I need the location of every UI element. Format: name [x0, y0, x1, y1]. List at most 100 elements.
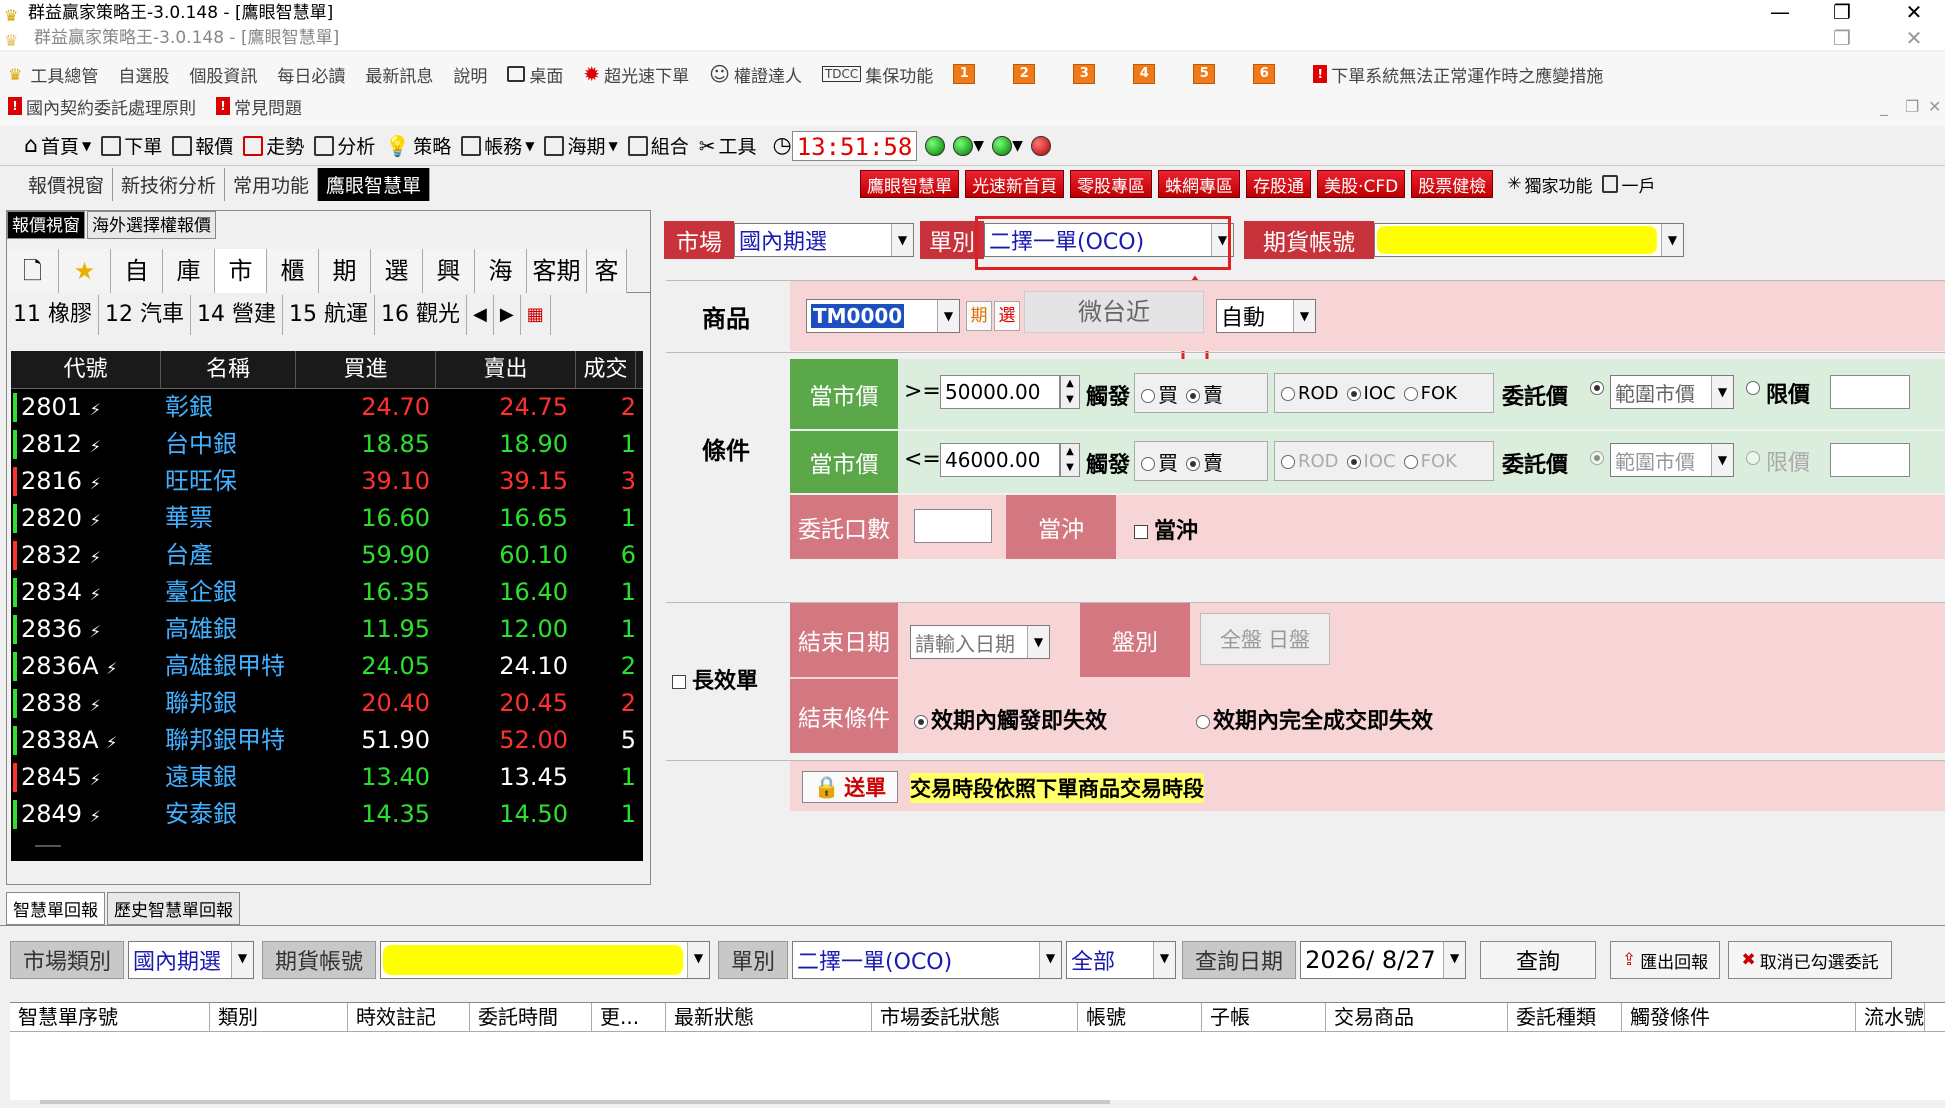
cat-custom-opt[interactable]: 客選 [587, 248, 627, 293]
col-ask[interactable]: 賣出 [436, 351, 576, 388]
chevron-down-icon[interactable]: ▼ [973, 138, 984, 154]
quick-6-button[interactable]: 6 [1253, 64, 1276, 84]
cat-emerging[interactable]: 興 [423, 248, 475, 293]
condition-1-buy[interactable]: 買 [1141, 379, 1178, 408]
cat-futures[interactable]: 期 [319, 248, 371, 293]
menu-daily[interactable]: 每日必讀 [277, 62, 345, 87]
menu-watchlist[interactable]: 自選股 [118, 62, 169, 87]
clipboard-icon[interactable]: ▦ [521, 295, 551, 335]
cat-otc[interactable]: 櫃 [267, 248, 319, 293]
restore-button[interactable]: ❐ [1822, 0, 1862, 26]
condition-2-sell[interactable]: 賣 [1186, 447, 1223, 476]
col-trigger[interactable]: 觸發條件 [1622, 1003, 1856, 1031]
quote-row[interactable]: 2845 ⚡ 遠東銀 13.40 13.45 1 [11, 759, 643, 796]
long-term-checkbox[interactable]: 長效單 [672, 663, 758, 695]
end-option-2[interactable]: 效期內完全成交即失效 [1196, 703, 1433, 735]
quote-row[interactable]: 2849 ⚡ 安泰銀 14.35 14.50 1 [11, 796, 643, 833]
col-bid[interactable]: 買進 [296, 351, 436, 388]
options-button[interactable]: 選 [994, 301, 1020, 331]
col-account[interactable]: 帳號 [1078, 1003, 1202, 1031]
condition-1-fok[interactable]: FOK [1403, 383, 1457, 404]
menu-contract-principle[interactable]: ! 國內契約委託處理原則 [8, 94, 196, 119]
condition-1-limit-radio[interactable] [1746, 381, 1760, 395]
condition-1-ioc[interactable]: IOC [1346, 383, 1396, 404]
session-button[interactable]: 全盤 日盤 [1200, 613, 1330, 665]
condition-1-price-input[interactable]: 50000.00 [940, 375, 1060, 409]
tab-overseas-option[interactable]: 海外選擇權報價 [87, 211, 216, 239]
cancel-selected-button[interactable]: ✖ 取消已勾選委託 [1728, 941, 1893, 979]
horizontal-scrollbar[interactable] [40, 1100, 1110, 1104]
condition-1-spinner[interactable]: ▲ ▼ [1060, 375, 1080, 409]
scroll-right-icon[interactable]: ▶ [494, 295, 521, 335]
condition-1-range-select[interactable]: 範圍市價 ▼ [1610, 375, 1734, 409]
quote-row[interactable]: 2812 ⚡ 台中銀 18.85 18.90 1 [11, 426, 643, 463]
child-close-button[interactable]: ✕ [1894, 26, 1934, 52]
condition-2-spinner[interactable]: ▲ ▼ [1060, 443, 1080, 477]
industry-construction[interactable]: 14 營建 [191, 295, 283, 335]
quantity-input[interactable] [914, 509, 992, 543]
tab-common[interactable]: 常用功能 [225, 167, 319, 201]
futures-account-select[interactable]: ▼ [1374, 223, 1684, 257]
chevron-down-icon[interactable]: ▼ [1012, 138, 1023, 154]
report-type-select[interactable]: 二擇一單(OCO) ▼ [792, 941, 1063, 979]
mdi-close-button[interactable]: ✕ [1928, 97, 1941, 116]
condition-1-limit-input[interactable] [1830, 375, 1910, 409]
toolbar-analysis[interactable]: 分析 [314, 129, 375, 163]
cat-listed[interactable]: 市 [215, 248, 267, 293]
new-page-icon[interactable]: 🗋 [7, 248, 59, 293]
col-market-status[interactable]: 市場委託狀態 [872, 1003, 1078, 1031]
tab-new-analysis[interactable]: 新技術分析 [113, 167, 226, 201]
col-order-time[interactable]: 委託時間 [470, 1003, 592, 1031]
market-select[interactable]: 國內期選 ▼ [734, 223, 914, 257]
quick-3-button[interactable]: 3 [1073, 64, 1096, 84]
menu-news[interactable]: 最新訊息 [365, 62, 433, 87]
quote-row[interactable]: 2838 ⚡ 聯邦銀 20.40 20.45 2 [11, 685, 643, 722]
toolbar-combo[interactable]: 組合 [627, 129, 689, 163]
col-smart-id[interactable]: 智慧單序號 [10, 1003, 210, 1031]
condition-2-price-input[interactable]: 46000.00 [940, 443, 1060, 477]
tab-quote-window[interactable]: 報價視窗 [20, 167, 114, 201]
send-order-button[interactable]: 🔒 送單 [802, 771, 898, 803]
toolbar-strategy[interactable]: 💡 策略 [385, 129, 451, 163]
promo-stock-saving[interactable]: 存股通 [1246, 170, 1312, 198]
col-name[interactable]: 名稱 [161, 351, 296, 388]
promo-us-cfd[interactable]: 美股·CFD [1317, 170, 1406, 198]
cat-options[interactable]: 選 [371, 248, 423, 293]
menu-fast-order[interactable]: ✹ 超光速下單 [583, 62, 689, 87]
quote-row[interactable]: 2834 ⚡ 臺企銀 16.35 16.40 1 [11, 574, 643, 611]
star-icon[interactable]: ★ [59, 248, 111, 293]
query-button[interactable]: 查詢 [1480, 941, 1597, 979]
menu-stock-info[interactable]: 個股資訊 [189, 62, 257, 87]
cat-self[interactable]: 自 [111, 248, 163, 293]
export-report-button[interactable]: ⇪ 匯出回報 [1610, 941, 1721, 979]
quote-row[interactable]: 2836 ⚡ 高雄銀 11.95 12.00 1 [11, 611, 643, 648]
toolbar-account[interactable]: 帳務 ▼ [461, 129, 534, 163]
condition-1-sell[interactable]: 賣 [1186, 379, 1223, 408]
end-option-1[interactable]: 效期內觸發即失效 [914, 703, 1107, 735]
report-market-select[interactable]: 國內期選 ▼ [128, 941, 255, 979]
toolbar-tools[interactable]: ✂ 工具 [699, 129, 757, 163]
condition-2-buy[interactable]: 買 [1141, 447, 1178, 476]
quote-row[interactable]: 2816 ⚡ 旺旺保 39.10 39.15 3 [11, 463, 643, 500]
menu-help[interactable]: 說明 [453, 62, 487, 87]
close-button[interactable]: ✕ [1894, 0, 1934, 26]
promo-odd-lot[interactable]: 零股專區 [1070, 170, 1153, 198]
condition-1-range-radio[interactable] [1590, 381, 1604, 395]
quick-1-button[interactable]: 1 [953, 64, 976, 84]
toolbar-quote[interactable]: 報價 [172, 129, 233, 163]
quote-row[interactable]: 2836A ⚡ 高雄銀甲特 24.05 24.10 2 [11, 648, 643, 685]
toolbar-order[interactable]: 下單 [101, 129, 162, 163]
industry-rubber[interactable]: 11 橡膠 [7, 295, 99, 335]
quick-2-button[interactable]: 2 [1013, 64, 1036, 84]
menu-warrant[interactable]: ☺ 權證達人 [709, 62, 802, 87]
daytrade-checkbox[interactable]: 當沖 [1134, 513, 1198, 545]
quote-row[interactable]: 2838A ⚡ 聯邦銀甲特 51.90 52.00 5 [11, 722, 643, 759]
quote-row[interactable]: 2820 ⚡ 華票 16.60 16.65 1 [11, 500, 643, 537]
end-date-picker[interactable]: 請輸入日期 ▼ [910, 625, 1050, 659]
toolbar-overseas-fut[interactable]: 海期 ▼ [544, 129, 618, 163]
menu-tools[interactable]: 工具總管 [30, 62, 98, 87]
col-validity[interactable]: 時效註記 [348, 1003, 470, 1031]
menu-contingency[interactable]: ! 下單系統無法正常運作時之應變措施 [1313, 62, 1603, 87]
promo-fast-home[interactable]: 光速新首頁 [965, 170, 1065, 198]
col-category[interactable]: 類別 [210, 1003, 348, 1031]
